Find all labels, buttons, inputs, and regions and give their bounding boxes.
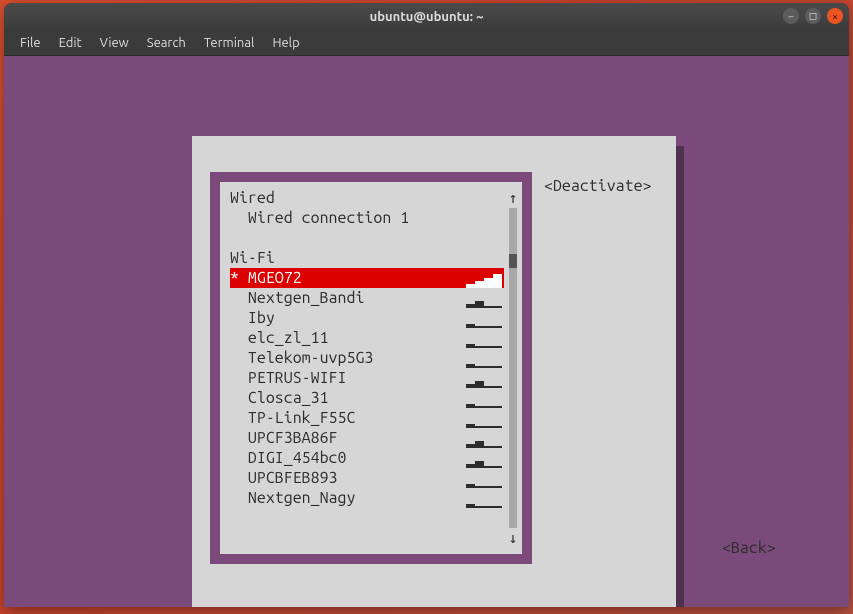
- signal-strength-icon: [466, 274, 502, 288]
- wifi-label: PETRUS-WIFI: [230, 368, 466, 388]
- wifi-label: Nextgen_Nagy: [230, 488, 466, 508]
- titlebar: ubuntu@ubuntu: ~ – ◻ ×: [4, 3, 849, 31]
- menu-help[interactable]: Help: [264, 34, 307, 52]
- wifi-item[interactable]: UPCBFEB893: [230, 468, 504, 488]
- wifi-item[interactable]: Iby: [230, 308, 504, 328]
- window-title: ubuntu@ubuntu: ~: [370, 10, 484, 24]
- wifi-item[interactable]: * MGEO72: [230, 268, 504, 288]
- terminal-body: Wired Wired connection 1 Wi-Fi * MGEO72 …: [4, 56, 849, 607]
- wifi-item[interactable]: DIGI_454bc0: [230, 448, 504, 468]
- menu-edit[interactable]: Edit: [51, 34, 90, 52]
- wifi-item[interactable]: Nextgen_Bandi: [230, 288, 504, 308]
- scroll-thumb[interactable]: [509, 254, 517, 268]
- wifi-header: Wi-Fi: [230, 248, 504, 268]
- blank-line: [230, 228, 504, 248]
- minimize-button[interactable]: –: [783, 8, 799, 24]
- connection-list-frame: Wired Wired connection 1 Wi-Fi * MGEO72 …: [210, 172, 532, 564]
- scroll-track[interactable]: [509, 208, 517, 528]
- menu-file[interactable]: File: [12, 34, 49, 52]
- wifi-item[interactable]: Nextgen_Nagy: [230, 488, 504, 508]
- scroll-down-arrow[interactable]: ↓: [508, 528, 517, 548]
- wifi-item[interactable]: elc_zl_11: [230, 328, 504, 348]
- wifi-label: DIGI_454bc0: [230, 448, 466, 468]
- wifi-label: elc_zl_11: [230, 328, 466, 348]
- wifi-item[interactable]: PETRUS-WIFI: [230, 368, 504, 388]
- scrollbar[interactable]: ↑ ↓: [508, 188, 518, 548]
- signal-strength-icon: [466, 314, 502, 328]
- terminal-window: ubuntu@ubuntu: ~ – ◻ × File Edit View Se…: [4, 3, 849, 607]
- menu-terminal[interactable]: Terminal: [196, 34, 263, 52]
- signal-strength-icon: [466, 454, 502, 468]
- deactivate-button[interactable]: <Deactivate>: [544, 176, 652, 196]
- close-button[interactable]: ×: [827, 8, 843, 24]
- signal-strength-icon: [466, 374, 502, 388]
- wifi-label: Iby: [230, 308, 466, 328]
- wifi-label: UPCF3BA86F: [230, 428, 466, 448]
- window-controls: – ◻ ×: [783, 8, 843, 24]
- wifi-label: Telekom-uvp5G3: [230, 348, 466, 368]
- wifi-item[interactable]: UPCF3BA86F: [230, 428, 504, 448]
- wifi-label: UPCBFEB893: [230, 468, 466, 488]
- wired-header: Wired: [230, 188, 504, 208]
- wifi-label: Nextgen_Bandi: [230, 288, 466, 308]
- wifi-item[interactable]: TP-Link_F55C: [230, 408, 504, 428]
- menubar: File Edit View Search Terminal Help: [4, 31, 849, 56]
- signal-strength-icon: [466, 474, 502, 488]
- signal-strength-icon: [466, 354, 502, 368]
- signal-strength-icon: [466, 294, 502, 308]
- nmtui-dialog: Wired Wired connection 1 Wi-Fi * MGEO72 …: [192, 136, 676, 607]
- wifi-label: TP-Link_F55C: [230, 408, 466, 428]
- wifi-label: Closca_31: [230, 388, 466, 408]
- signal-strength-icon: [466, 414, 502, 428]
- connection-list[interactable]: Wired Wired connection 1 Wi-Fi * MGEO72 …: [230, 188, 504, 548]
- signal-strength-icon: [466, 394, 502, 408]
- wifi-item[interactable]: Telekom-uvp5G3: [230, 348, 504, 368]
- maximize-button[interactable]: ◻: [805, 8, 821, 24]
- wired-connection-item[interactable]: Wired connection 1: [230, 208, 504, 228]
- menu-search[interactable]: Search: [139, 34, 194, 52]
- scroll-up-arrow[interactable]: ↑: [508, 188, 517, 208]
- signal-strength-icon: [466, 434, 502, 448]
- wifi-item[interactable]: Closca_31: [230, 388, 504, 408]
- wifi-label: * MGEO72: [230, 268, 466, 288]
- signal-strength-icon: [466, 334, 502, 348]
- back-button[interactable]: <Back>: [722, 538, 776, 558]
- menu-view[interactable]: View: [92, 34, 137, 52]
- signal-strength-icon: [466, 494, 502, 508]
